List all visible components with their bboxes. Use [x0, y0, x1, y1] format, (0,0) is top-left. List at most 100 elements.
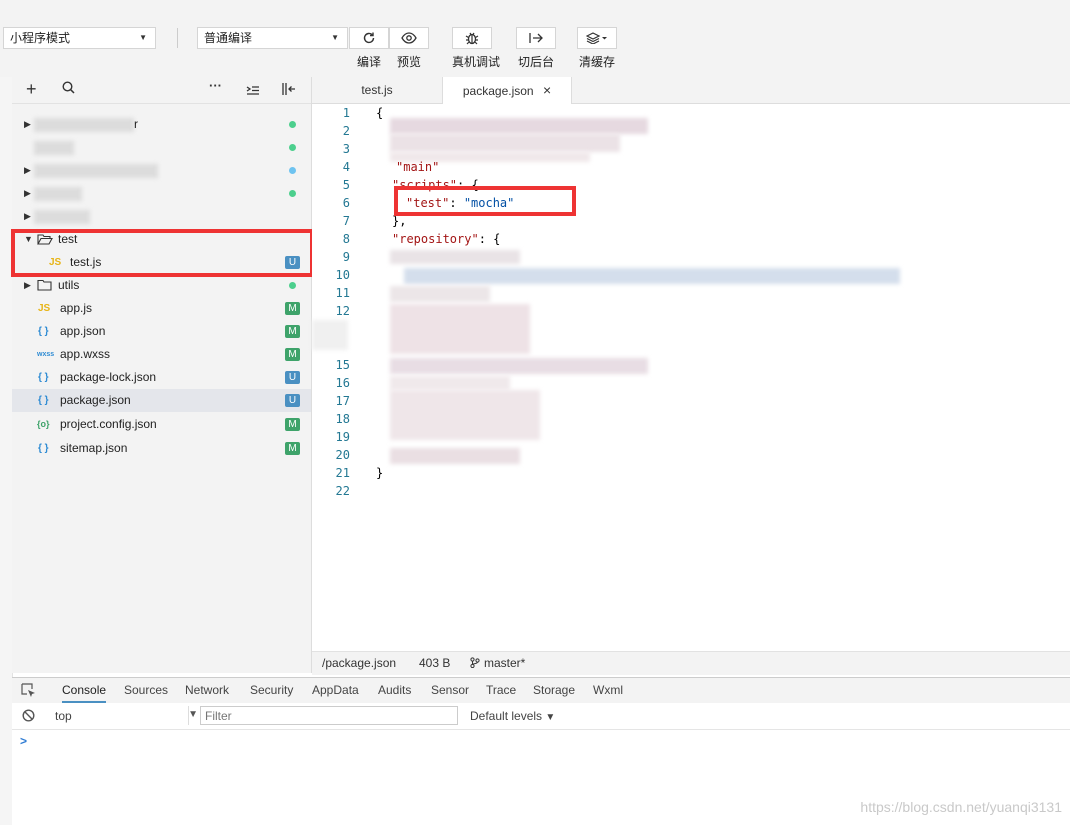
tree-item-blurred[interactable]: ▶ r [12, 113, 311, 136]
compile-select[interactable]: 普通编译 ▼ [197, 27, 348, 49]
tree-file-package-lock-json[interactable]: { } package-lock.json U [12, 366, 311, 389]
top-toolbar: 小程序模式 ▼ 普通编译 ▼ 编译 预览 真机调试 切后台 清缓存 [0, 0, 1070, 78]
tab-trace[interactable]: Trace [486, 678, 516, 703]
clear-console-icon[interactable] [22, 709, 35, 725]
blurred-code [390, 358, 648, 374]
file-path: /package.json [322, 656, 397, 670]
tab-network[interactable]: Network [185, 678, 229, 703]
tree-item-blurred[interactable]: ▶ [12, 159, 311, 182]
toolbar-divider [177, 28, 178, 48]
blurred-name [34, 118, 134, 132]
clear-cache-button[interactable]: 清缓存 [577, 27, 617, 70]
inspect-element-icon[interactable] [21, 683, 36, 701]
file-label: app.json [60, 324, 106, 338]
search-icon[interactable] [62, 81, 75, 98]
plus-icon[interactable]: + [26, 79, 37, 100]
line-number: 7 [342, 214, 350, 228]
tree-file-app-js[interactable]: JS app.js M [12, 297, 311, 320]
blurred-code [390, 376, 510, 390]
tab-console[interactable]: Console [62, 678, 107, 703]
git-branch-icon [470, 652, 480, 674]
line-number: 22 [335, 484, 350, 498]
background-button[interactable]: 切后台 [516, 27, 556, 70]
config-file-icon: {o} [37, 419, 50, 429]
console-prompt: > [20, 734, 28, 748]
tree-file-project-config-json[interactable]: {o} project.config.json M [12, 413, 311, 436]
highlight-box-test-folder [11, 229, 314, 277]
context-select[interactable]: top ▼ [45, 706, 198, 725]
close-icon[interactable]: × [543, 82, 551, 98]
chevron-down-icon: ▼ [139, 33, 147, 42]
tab-storage[interactable]: Storage [533, 678, 575, 703]
mode-select-value: 小程序模式 [10, 31, 71, 45]
blurred-code [390, 304, 530, 354]
blurred-name [34, 187, 82, 201]
mode-select[interactable]: 小程序模式 ▼ [3, 27, 156, 49]
tree-item-blurred[interactable] [12, 136, 311, 159]
file-size: 403 B [419, 656, 451, 670]
git-status-badge: M [285, 302, 300, 315]
tab-audits[interactable]: Audits [378, 678, 411, 703]
line-number: 20 [335, 448, 350, 462]
chevron-down-icon: ▼ [188, 709, 198, 720]
chevron-down-icon: ▼ [545, 712, 556, 723]
tab-label: package.json [462, 84, 534, 98]
git-status-badge: M [285, 325, 300, 338]
blurred-code [312, 320, 348, 350]
tab-test-js[interactable]: test.js [312, 77, 442, 103]
git-status-badge: U [285, 394, 300, 407]
folder-icon [37, 274, 52, 297]
blurred-code [390, 448, 520, 464]
json-file-icon: { } [38, 443, 49, 454]
line-number: 16 [335, 376, 350, 390]
line-number: 4 [342, 160, 350, 174]
js-file-icon: JS [38, 303, 51, 314]
caret-right-icon: ▶ [24, 165, 31, 175]
tab-sources[interactable]: Sources [124, 678, 168, 703]
line-number: 1 [342, 106, 350, 120]
tree-file-app-wxss[interactable]: wxss app.wxss M [12, 343, 311, 366]
remote-debug-button[interactable]: 真机调试 [452, 27, 500, 70]
chevron-down-icon: ▼ [331, 33, 339, 42]
tree-file-package-json[interactable]: { } package.json U [12, 389, 311, 412]
blurred-code [390, 286, 490, 302]
git-status-badge: M [285, 442, 300, 455]
blurred-tail: r [134, 117, 138, 131]
tree-item-blurred[interactable]: ▶ [12, 205, 311, 228]
tab-security[interactable]: Security [250, 678, 293, 703]
compile-button[interactable]: 编译 [349, 27, 389, 70]
status-dot [289, 190, 296, 197]
tab-label: test.js [361, 83, 393, 97]
filter-input[interactable] [200, 706, 458, 725]
tree-folder-utils[interactable]: ▶ utils [12, 274, 311, 297]
caret-right-icon: ▶ [24, 188, 31, 198]
file-label: project.config.json [60, 417, 157, 431]
tree-file-app-json[interactable]: { } app.json M [12, 320, 311, 343]
collapse-icon[interactable] [246, 83, 260, 100]
tab-sensor[interactable]: Sensor [431, 678, 469, 703]
log-levels-select[interactable]: Default levels ▼ [470, 709, 555, 723]
code-token: } [376, 466, 384, 480]
split-icon[interactable] [282, 82, 297, 100]
git-branch[interactable]: master* [484, 652, 525, 674]
file-label: app.js [60, 301, 93, 315]
devtools-tabs: Console Sources Network Security AppData… [12, 677, 1070, 704]
tab-wxml[interactable]: Wxml [593, 678, 623, 703]
wxss-file-icon: wxss [37, 351, 55, 358]
more-icon[interactable]: ··· [209, 78, 222, 93]
json-file-icon: { } [38, 395, 49, 406]
preview-button[interactable]: 预览 [389, 27, 429, 70]
blurred-name [34, 141, 74, 155]
tree-item-blurred[interactable]: ▶ [12, 182, 311, 205]
tree-file-sitemap-json[interactable]: { } sitemap.json M [12, 437, 311, 460]
git-status-badge: M [285, 418, 300, 431]
line-number: 12 [335, 304, 350, 318]
line-number: 17 [335, 394, 350, 408]
console-output[interactable]: > https://blog.csdn.net/yuanqi3131 [12, 730, 1070, 825]
line-number: 10 [335, 268, 350, 282]
console-toolbar: top ▼ Default levels ▼ [12, 703, 1070, 730]
tab-package-json[interactable]: package.json × [442, 77, 572, 104]
refresh-icon [349, 27, 389, 49]
line-number: 3 [342, 142, 350, 156]
tab-appdata[interactable]: AppData [312, 678, 359, 703]
